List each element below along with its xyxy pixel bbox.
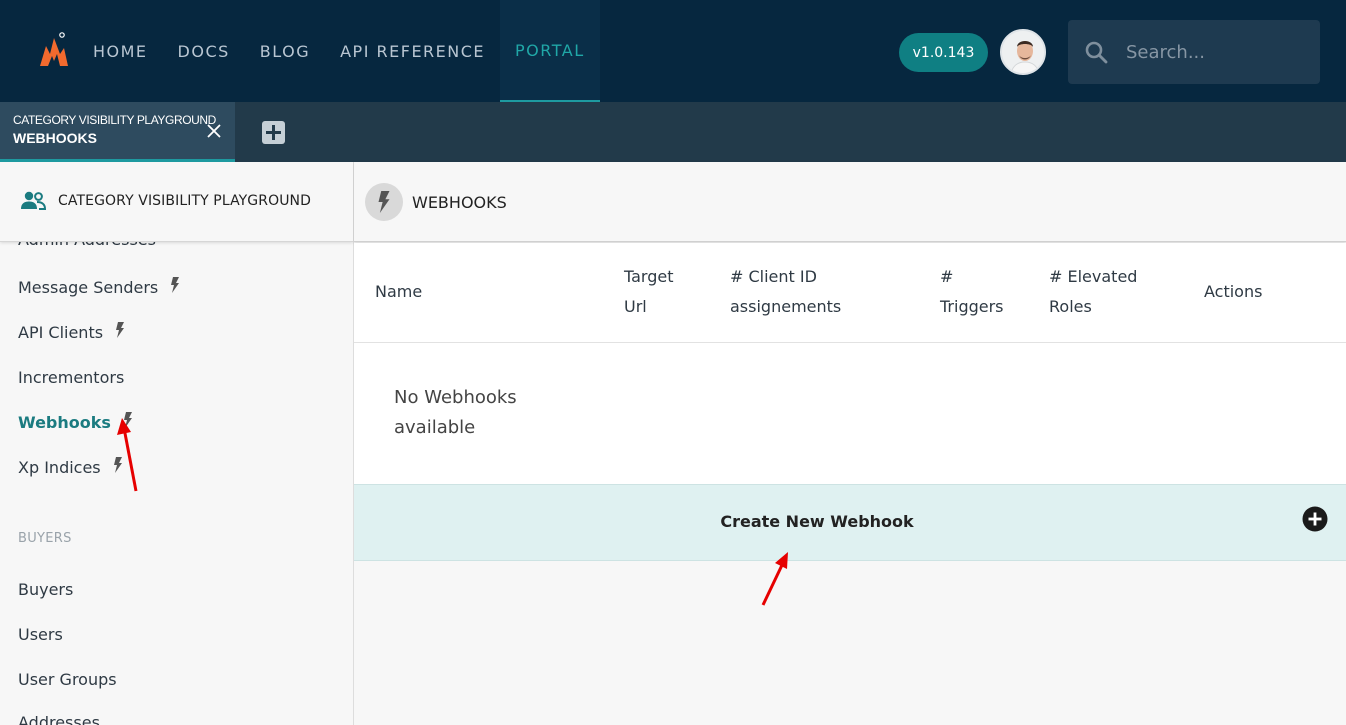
webhooks-bolt-icon (365, 183, 403, 221)
sidebar-item-label: Buyers (18, 580, 74, 599)
column-header-actions: Actions (1204, 282, 1263, 301)
plus-icon (266, 125, 281, 140)
webhooks-table: Name Target Url # Client ID assignements #… (354, 243, 1346, 484)
sidebar: CATEGORY VISIBILITY PLAYGROUND Admin Add… (0, 162, 354, 725)
sidebar-item-user-groups[interactable]: User Groups (18, 670, 117, 689)
sidebar-item-label: Xp Indices (18, 458, 101, 477)
close-icon[interactable] (205, 122, 223, 140)
tab-subtitle: CATEGORY VISIBILITY PLAYGROUND (13, 113, 216, 127)
search-icon (1084, 39, 1110, 65)
sidebar-item-label: API Clients (18, 323, 104, 342)
main-header: WEBHOOKS (354, 162, 1346, 242)
sidebar-item-label: User Groups (18, 670, 117, 689)
tab-title: WEBHOOKS (13, 130, 97, 146)
create-new-webhook-label: Create New Webhook (720, 512, 914, 531)
bolt-icon (113, 456, 122, 473)
sidebar-item-label: Addresses (18, 713, 100, 725)
sidebar-item-addresses[interactable]: Addresses (18, 713, 100, 725)
table-header: Name Target Url # Client ID assignements #… (354, 243, 1346, 343)
search-input[interactable] (1126, 41, 1306, 63)
main-nav: HOME DOCS BLOG API REFERENCE PORTAL (78, 0, 600, 102)
sidebar-header: CATEGORY VISIBILITY PLAYGROUND (0, 162, 353, 242)
logo-flame-icon[interactable] (36, 30, 70, 68)
workspace-tab-bar: CATEGORY VISIBILITY PLAYGROUND WEBHOOKS (0, 102, 1346, 162)
avatar-photo-icon (1002, 31, 1044, 73)
column-header-elevated-roles[interactable]: # Elevated Roles (1049, 262, 1137, 322)
version-badge[interactable]: v1.0.143 (899, 33, 988, 72)
search-box[interactable] (1068, 20, 1320, 84)
tab-webhooks[interactable]: CATEGORY VISIBILITY PLAYGROUND WEBHOOKS (0, 102, 235, 162)
bolt-icon (123, 411, 132, 428)
sidebar-item-buyers[interactable]: Buyers (18, 580, 73, 599)
nav-docs[interactable]: DOCS (163, 0, 245, 102)
nav-portal[interactable]: PORTAL (500, 0, 600, 102)
sidebar-item-label: Users (18, 625, 63, 644)
sidebar-item-label: Incrementors (18, 368, 125, 387)
column-header-client-id-assignments[interactable]: # Client ID assignements (730, 262, 841, 322)
sidebar-item-xp-indices[interactable]: Xp Indices (18, 456, 123, 477)
sidebar-item-message-senders[interactable]: Message Senders (18, 276, 180, 297)
column-header-target-url[interactable]: Target Url (624, 262, 674, 322)
nav-blog[interactable]: BLOG (245, 0, 325, 102)
plus-circle-icon[interactable] (1302, 506, 1328, 532)
column-header-name[interactable]: Name (375, 277, 422, 307)
empty-state-message: No Webhooks available (394, 387, 517, 438)
sidebar-section-buyers: BUYERS (18, 531, 72, 546)
column-header-triggers[interactable]: # Triggers (940, 262, 1004, 322)
nav-home[interactable]: HOME (78, 0, 163, 102)
page-title: WEBHOOKS (412, 193, 507, 212)
sidebar-title: CATEGORY VISIBILITY PLAYGROUND (58, 193, 312, 209)
sidebar-item-api-clients[interactable]: API Clients (18, 321, 125, 342)
sidebar-item-label: Webhooks (18, 413, 111, 432)
top-navigation-bar: HOME DOCS BLOG API REFERENCE PORTAL v1.0… (0, 0, 1346, 102)
bolt-icon (116, 321, 125, 338)
bolt-icon (171, 276, 180, 293)
people-icon (21, 191, 46, 210)
create-new-webhook-button[interactable]: Create New Webhook (354, 484, 1346, 561)
add-tab-button[interactable] (262, 121, 285, 144)
sidebar-item-webhooks[interactable]: Webhooks (18, 411, 133, 432)
sidebar-item-users[interactable]: Users (18, 625, 63, 644)
sidebar-item-label: Message Senders (18, 278, 159, 297)
sidebar-item-incrementors[interactable]: Incrementors (18, 368, 124, 387)
user-avatar[interactable] (1000, 29, 1046, 75)
nav-api-reference[interactable]: API REFERENCE (325, 0, 500, 102)
